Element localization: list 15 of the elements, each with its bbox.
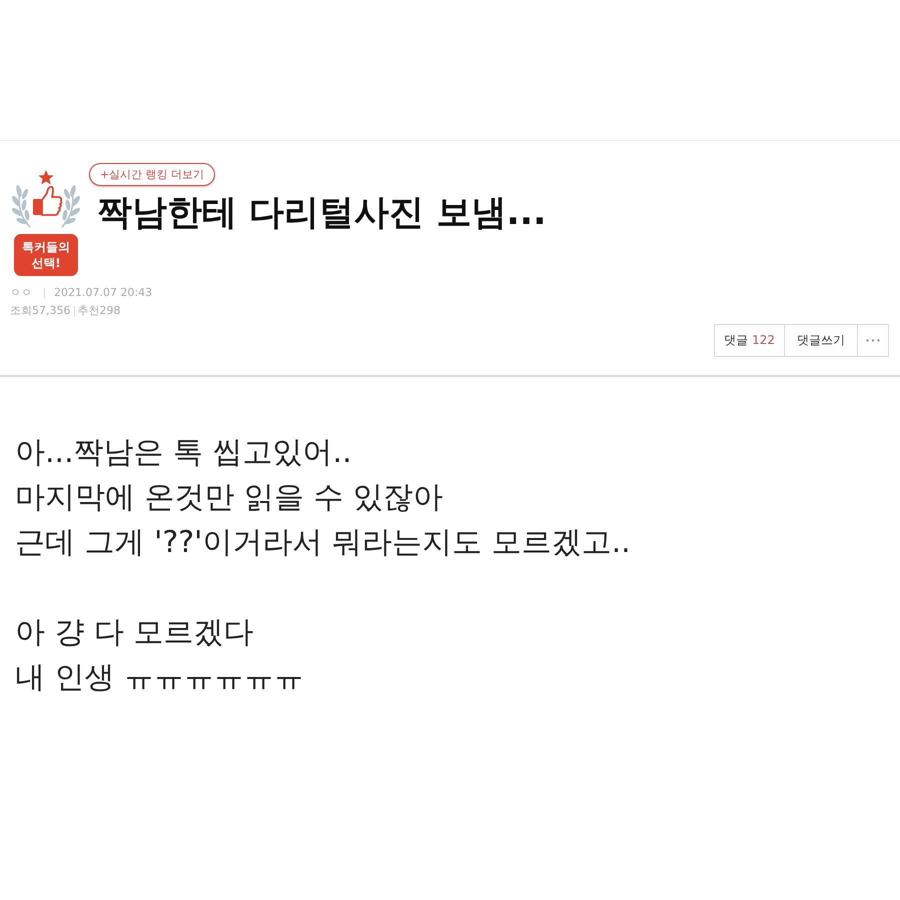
- comments-button[interactable]: 댓글 122: [714, 324, 785, 357]
- body-text-line: 아 걍 다 모르겠다: [15, 614, 255, 652]
- more-button[interactable]: [858, 324, 889, 357]
- post-date: 2021.07.07 20:43: [54, 286, 152, 300]
- write-comment-button[interactable]: 댓글쓰기: [785, 324, 858, 357]
- post-title: 짝남한테 다리털사진 보냄...: [97, 192, 546, 235]
- body-text-line: 아...짝남은 톡 씹고있어..: [15, 434, 353, 472]
- award-badge: 톡커들의 선택!: [14, 234, 78, 276]
- view-count: 조회57,356: [10, 304, 70, 318]
- recommend-count: 추천298: [78, 304, 120, 318]
- body-text-line: 마지막에 온것만 읽을 수 있잖아: [15, 479, 444, 517]
- body-text-line: 내 인생 ㅠㅠㅠㅠㅠㅠ: [15, 659, 306, 697]
- more-icon: [866, 339, 880, 342]
- body-text-line: 근데 그게 '??'이거라서 뭐라는지도 모르겠고..: [15, 524, 632, 562]
- ranking-link[interactable]: +실시간 랭킹 더보기: [89, 163, 216, 186]
